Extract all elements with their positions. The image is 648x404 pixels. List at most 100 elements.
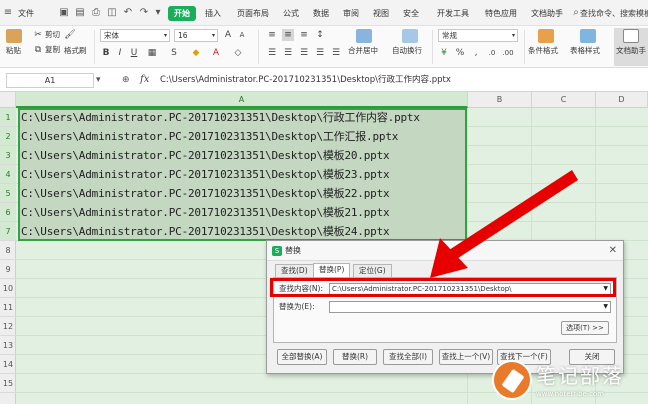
distribute-icon[interactable]: ☰ xyxy=(330,47,342,59)
percent-icon[interactable]: % xyxy=(454,47,466,59)
replace-button[interactable]: 替换(R) xyxy=(333,349,377,365)
fill-color-icon[interactable]: ◆ xyxy=(190,47,202,59)
tab-data[interactable]: 数据 xyxy=(310,6,332,21)
close-icon[interactable]: ✕ xyxy=(609,244,617,257)
bold-icon[interactable]: B xyxy=(100,47,112,59)
tab-doc-helper[interactable]: 文档助手 xyxy=(528,6,566,21)
row-header[interactable]: 4 xyxy=(0,165,16,184)
chevron-down-icon[interactable]: ▾ xyxy=(96,73,101,87)
increase-font-icon[interactable]: A xyxy=(222,29,234,41)
tab-home[interactable]: 开始 xyxy=(168,6,196,21)
align-top-icon[interactable]: ≡ xyxy=(266,29,278,41)
tab-page-layout[interactable]: 页面布局 xyxy=(234,6,272,21)
cell-a6[interactable]: C:\Users\Administrator.PC-201710231351\D… xyxy=(21,203,390,222)
align-right-icon[interactable]: ☰ xyxy=(298,47,310,59)
cut-button[interactable]: 剪切 xyxy=(45,30,60,40)
column-header-b[interactable]: B xyxy=(468,92,532,108)
wrap-text-icon[interactable] xyxy=(402,29,418,43)
file-menu[interactable]: 文件 xyxy=(16,7,36,20)
cell-a3[interactable]: C:\Users\Administrator.PC-201710231351\D… xyxy=(21,146,390,165)
find-all-button[interactable]: 查找全部(I) xyxy=(383,349,433,365)
row-header[interactable]: 8 xyxy=(0,241,16,260)
redo-icon[interactable]: ↷ xyxy=(138,7,150,19)
decrease-decimal-icon[interactable]: .00 xyxy=(502,47,514,59)
merge-center-icon[interactable] xyxy=(356,29,372,43)
zoom-icon[interactable]: ⊕ xyxy=(122,73,130,87)
clear-format-icon[interactable]: ◇ xyxy=(232,47,244,59)
align-bottom-icon[interactable]: ≡ xyxy=(298,29,310,41)
strikethrough-icon[interactable]: S xyxy=(168,47,180,59)
font-size-select[interactable]: 16 ▾ xyxy=(174,29,218,42)
row-header[interactable]: 5 xyxy=(0,184,16,203)
tab-replace[interactable]: 替换(P) xyxy=(313,263,351,278)
cell-a4[interactable]: C:\Users\Administrator.PC-201710231351\D… xyxy=(21,165,390,184)
print-icon[interactable]: ⎙ xyxy=(90,7,102,19)
row-header[interactable]: 10 xyxy=(0,279,16,298)
tab-features[interactable]: 特色应用 xyxy=(482,6,520,21)
justify-icon[interactable]: ☰ xyxy=(314,47,326,59)
row-header[interactable]: 11 xyxy=(0,298,16,317)
tab-developer[interactable]: 开发工具 xyxy=(434,6,472,21)
cell-a1[interactable]: C:\Users\Administrator.PC-201710231351\D… xyxy=(21,108,420,127)
command-search[interactable]: 查找命令、搜索模板 xyxy=(580,7,648,20)
tab-review[interactable]: 审阅 xyxy=(340,6,362,21)
undo-icon[interactable]: ↶ xyxy=(122,7,134,19)
font-name-select[interactable]: 宋体 ▾ xyxy=(100,29,170,42)
cell-a5[interactable]: C:\Users\Administrator.PC-201710231351\D… xyxy=(21,184,390,203)
column-header-c[interactable]: C xyxy=(532,92,596,108)
tab-insert[interactable]: 插入 xyxy=(202,6,224,21)
find-previous-button[interactable]: 查找上一个(V) xyxy=(439,349,493,365)
row-header[interactable]: 6 xyxy=(0,203,16,222)
insert-function-button[interactable]: fx xyxy=(140,73,149,87)
row-header[interactable]: 13 xyxy=(0,336,16,355)
dialog-titlebar[interactable]: S 替换 ✕ xyxy=(267,241,623,261)
row-header[interactable]: 7 xyxy=(0,222,16,241)
italic-icon[interactable]: I xyxy=(114,47,126,59)
conditional-format-icon[interactable] xyxy=(538,29,554,43)
format-painter-icon[interactable]: 🖌 xyxy=(64,29,76,41)
table-style-icon[interactable] xyxy=(580,29,596,43)
border-icon[interactable]: ▦ xyxy=(146,47,158,59)
select-all-corner[interactable] xyxy=(0,92,16,108)
row-header[interactable]: 14 xyxy=(0,355,16,374)
doc-helper-icon[interactable] xyxy=(623,29,639,43)
row-header[interactable]: 12 xyxy=(0,317,16,336)
save-icon[interactable]: ▣ xyxy=(58,7,70,19)
column-header-a[interactable]: A xyxy=(16,92,468,108)
tab-find[interactable]: 查找(D) xyxy=(275,264,314,277)
cell-a2[interactable]: C:\Users\Administrator.PC-201710231351\D… xyxy=(21,127,398,146)
cell-a7[interactable]: C:\Users\Administrator.PC-201710231351\D… xyxy=(21,222,390,241)
name-box[interactable]: A1 xyxy=(6,73,94,88)
hamburger-icon[interactable]: ≡ xyxy=(2,7,14,19)
row-header[interactable]: 15 xyxy=(0,374,16,393)
print-preview-icon[interactable]: ◫ xyxy=(106,7,118,19)
row-header[interactable]: 9 xyxy=(0,260,16,279)
paste-button[interactable]: 粘贴 xyxy=(6,46,21,56)
align-middle-icon[interactable]: ≡ xyxy=(282,29,294,41)
text-direction-icon[interactable]: ↕ xyxy=(314,29,326,41)
number-format-select[interactable]: 常规 ▾ xyxy=(438,29,518,42)
tab-security[interactable]: 安全 xyxy=(400,6,422,21)
cut-icon[interactable]: ✂ xyxy=(32,29,44,41)
wrap-text-button[interactable]: 自动换行 xyxy=(392,46,422,56)
copy-icon[interactable]: ⧉ xyxy=(32,44,44,56)
increase-decimal-icon[interactable]: .0 xyxy=(486,47,498,59)
replace-all-button[interactable]: 全部替换(A) xyxy=(277,349,327,365)
tab-formulas[interactable]: 公式 xyxy=(280,6,302,21)
doc-helper-button[interactable]: 文档助手 xyxy=(616,46,646,56)
align-center-icon[interactable]: ☰ xyxy=(282,47,294,59)
copy-button[interactable]: 复制 xyxy=(45,45,60,55)
options-button[interactable]: 选项(T) >> xyxy=(561,321,609,335)
row-header[interactable]: 1 xyxy=(0,108,16,127)
format-painter-button[interactable]: 格式刷 xyxy=(64,46,87,56)
row-header[interactable]: 2 xyxy=(0,127,16,146)
font-color-icon[interactable]: A xyxy=(210,47,222,59)
formula-input[interactable]: C:\Users\Administrator.PC-201710231351\D… xyxy=(160,73,646,88)
decrease-font-icon[interactable]: A xyxy=(236,29,248,41)
merge-center-button[interactable]: 合并居中 xyxy=(348,46,378,56)
currency-icon[interactable]: ¥ xyxy=(438,47,450,59)
paste-icon[interactable] xyxy=(6,29,22,43)
align-left-icon[interactable]: ☰ xyxy=(266,47,278,59)
table-style-button[interactable]: 表格样式 xyxy=(570,46,600,56)
row-header[interactable]: 3 xyxy=(0,146,16,165)
